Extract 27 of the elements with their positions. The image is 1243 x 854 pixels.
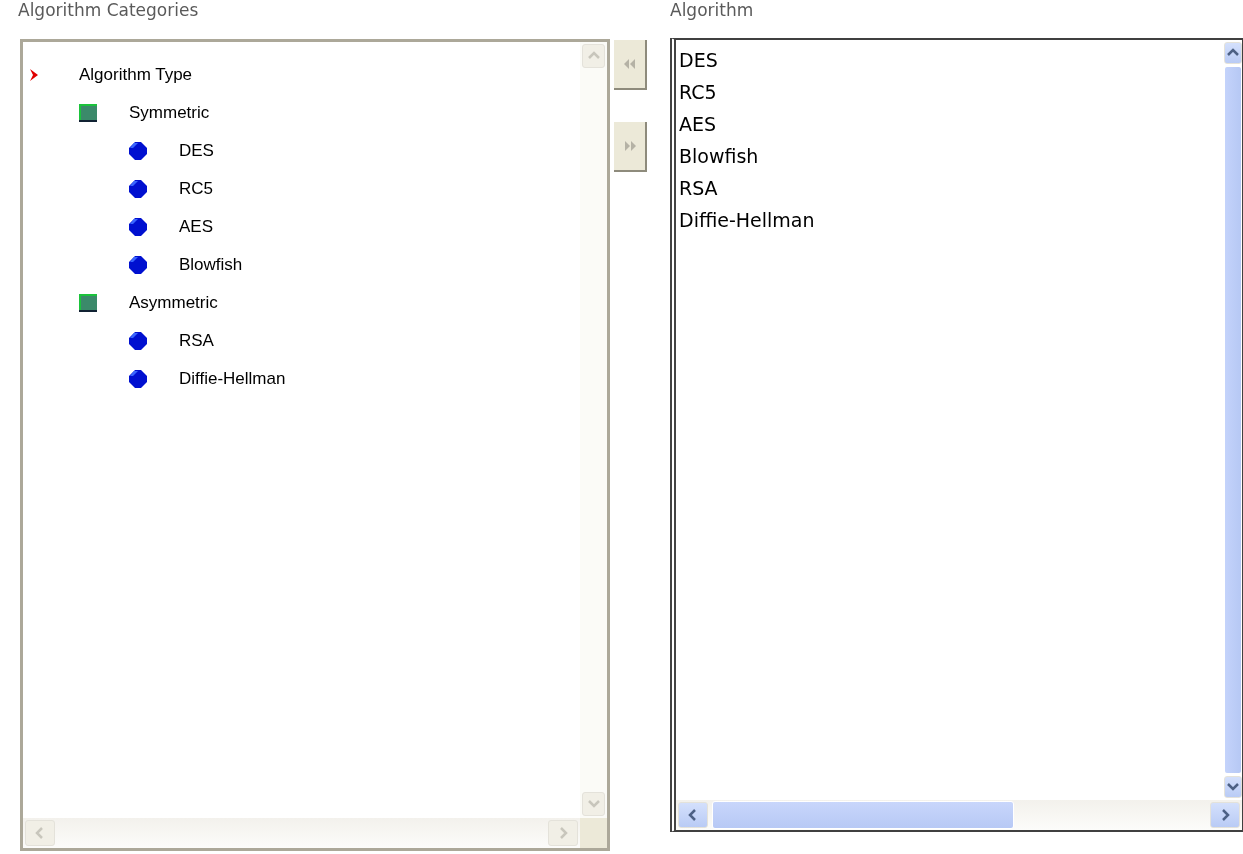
tree-item[interactable]: RC5	[179, 179, 213, 199]
square-icon	[79, 294, 97, 312]
panel-title: Algorithm Categories	[18, 0, 199, 20]
vertical-scrollbar[interactable]	[580, 42, 607, 818]
tree-item[interactable]: Blowfish	[179, 255, 243, 275]
list-item[interactable]: RSA	[679, 172, 720, 204]
double-right-icon	[623, 141, 636, 151]
tree-item[interactable]: Algorithm Type	[79, 65, 193, 85]
list-item[interactable]: Blowfish	[679, 140, 761, 172]
list-item[interactable]: Diffie-Hellman	[679, 204, 817, 236]
list-item[interactable]: DES	[679, 44, 720, 76]
scrollbar-corner	[580, 818, 607, 848]
panel-title: Algorithm	[670, 0, 754, 20]
vertical-scrollbar[interactable]	[1224, 40, 1242, 800]
tree-item[interactable]: Symmetric	[129, 103, 210, 123]
double-left-icon	[623, 59, 636, 69]
tree-item[interactable]: AES	[179, 217, 214, 237]
square-icon	[79, 104, 97, 122]
tree-item[interactable]: RSA	[179, 331, 214, 351]
tree-item[interactable]: DES	[179, 141, 214, 161]
horizontal-scrollbar[interactable]	[23, 818, 580, 848]
tree-item[interactable]: Diffie-Hellman	[179, 369, 286, 389]
list-item[interactable]: AES	[679, 108, 719, 140]
arrow-icon	[29, 68, 39, 82]
list-item[interactable]: RC5	[679, 76, 719, 108]
tree-item[interactable]: Asymmetric	[129, 293, 218, 313]
horizontal-scrollbar[interactable]	[676, 800, 1242, 830]
